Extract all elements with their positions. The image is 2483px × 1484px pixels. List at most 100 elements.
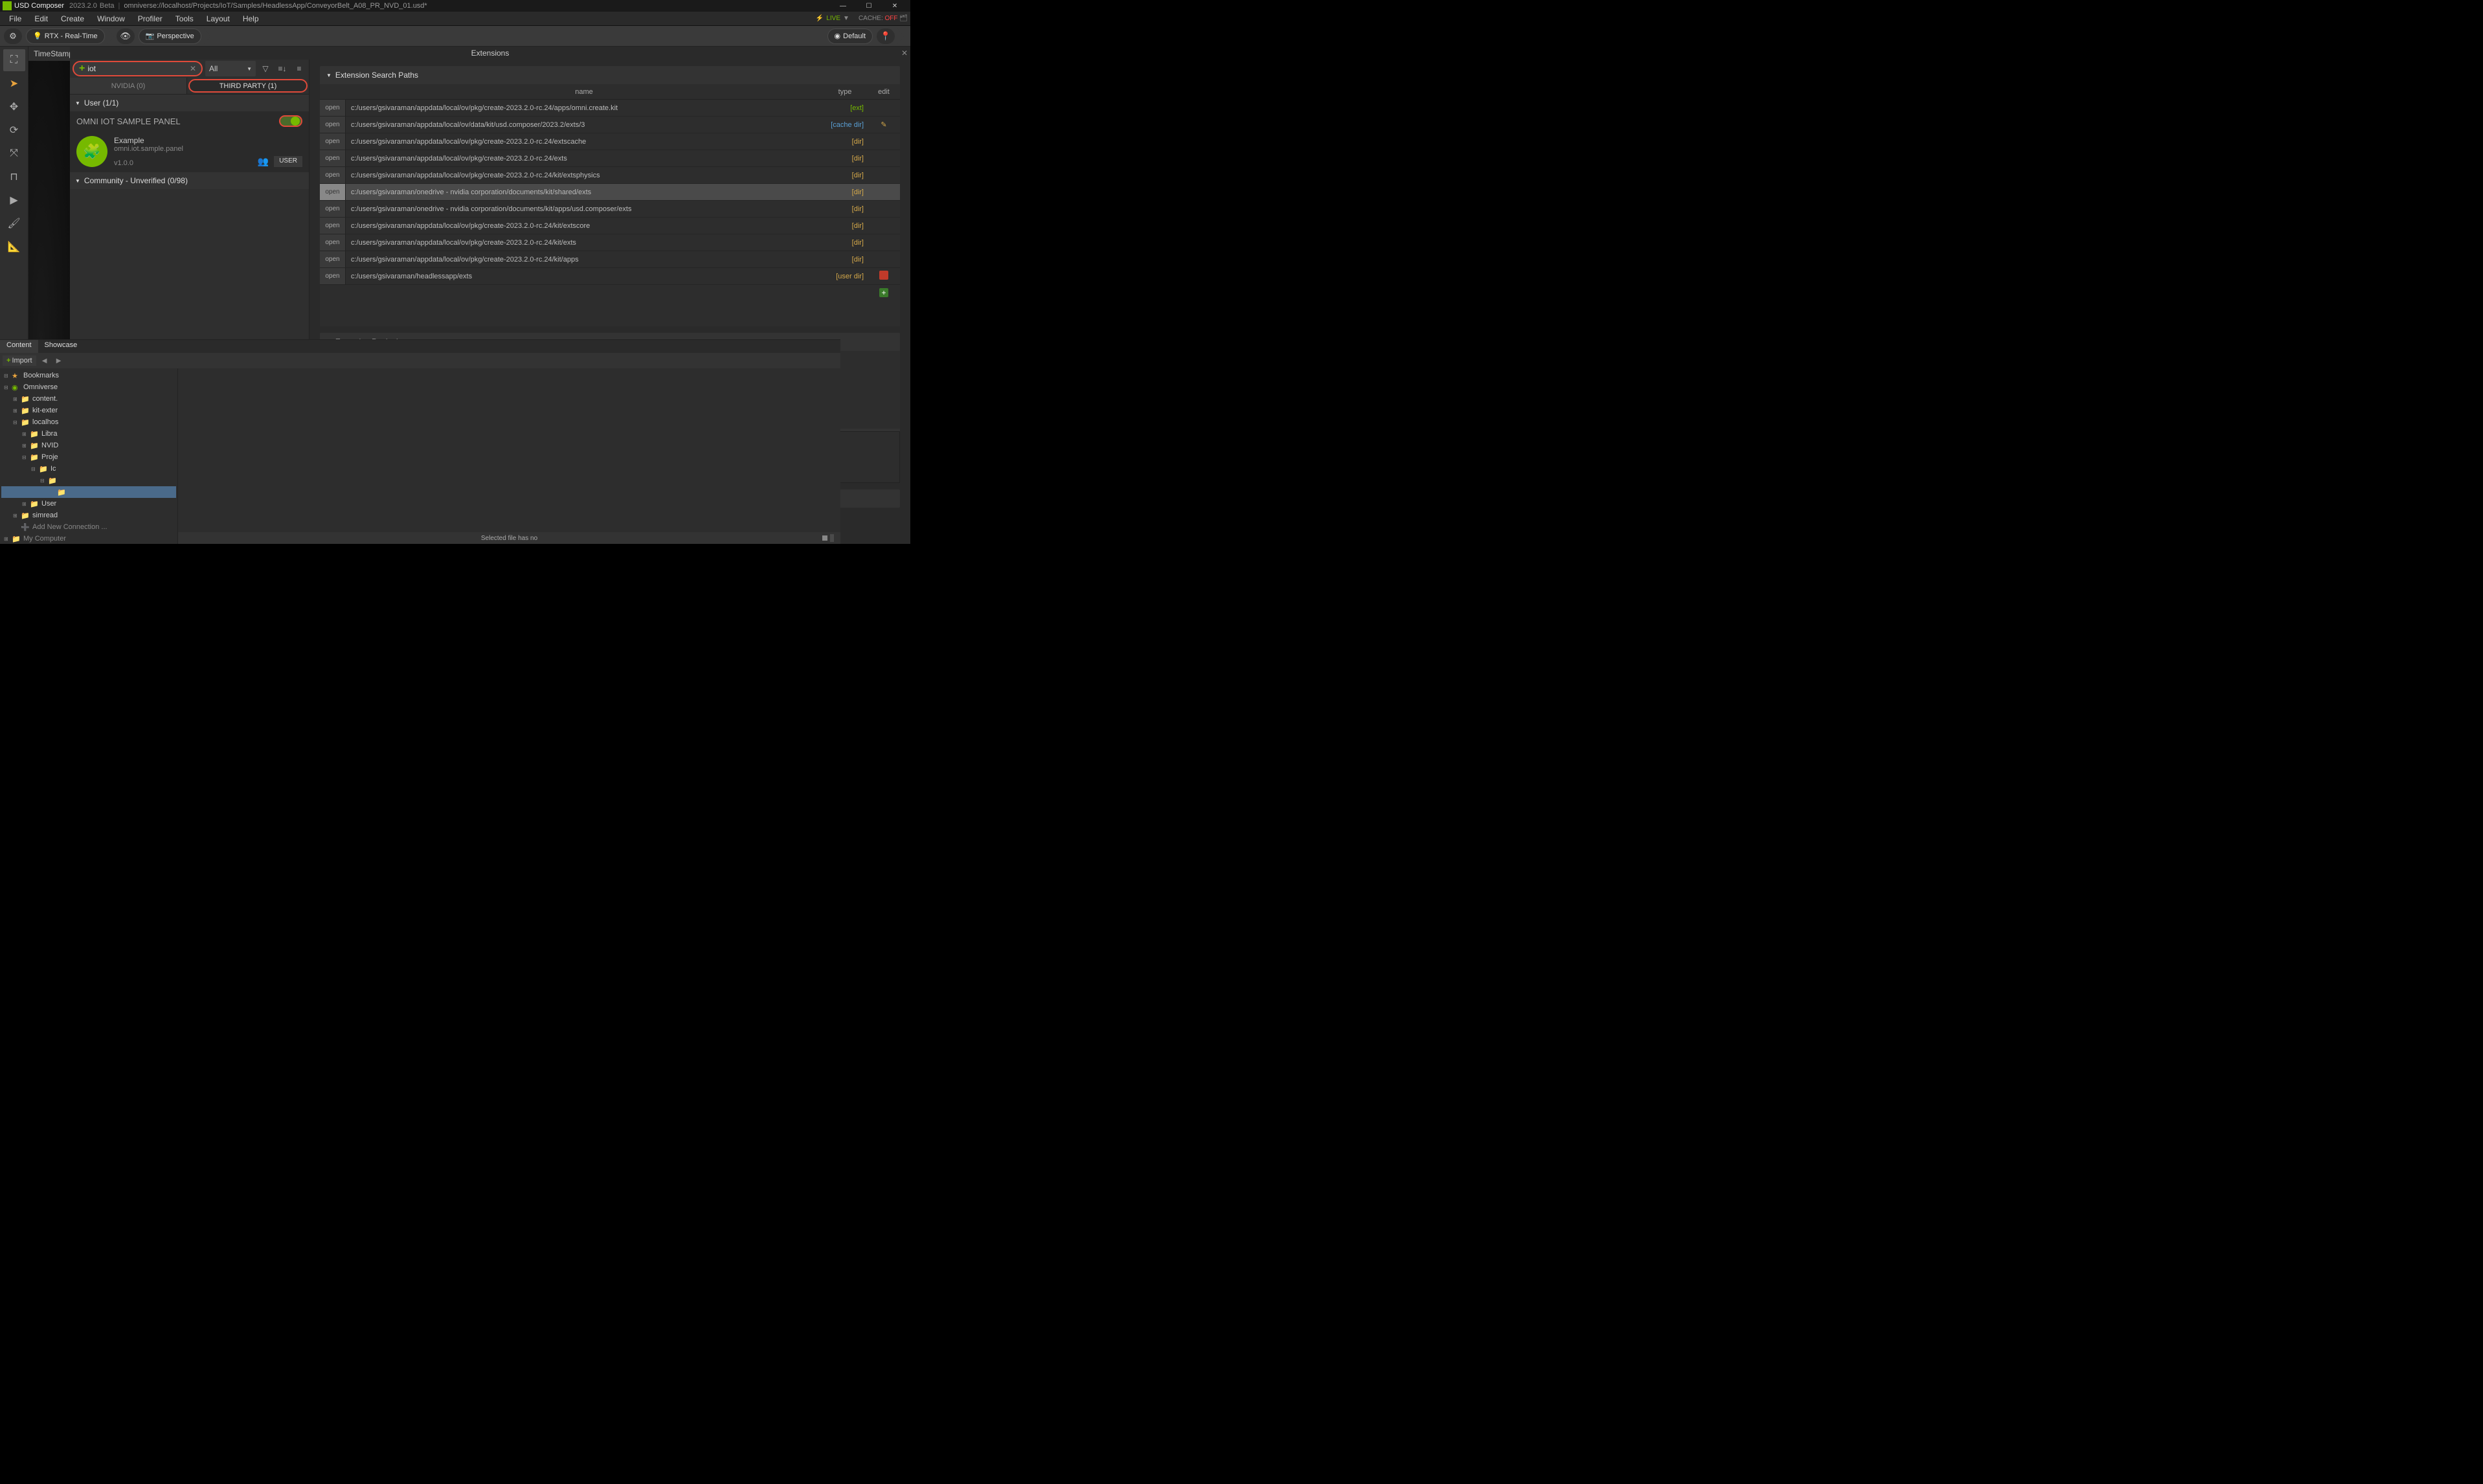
content-tree-node[interactable]: ⊞📁Libra [1,428,176,440]
open-path-button[interactable]: open [320,218,346,234]
tab-nvidia[interactable]: NVIDIA (0) [70,78,187,94]
content-tree-node[interactable]: ⊟📁Ic [1,463,176,475]
render-mode-label: RTX - Real-Time [45,32,98,40]
section-user[interactable]: User (1/1) [70,95,309,111]
menu-tools[interactable]: Tools [169,13,200,25]
app-icon [3,1,12,10]
add-extension-icon[interactable]: + [79,63,85,74]
open-path-button[interactable]: open [320,167,346,183]
content-tree-node[interactable]: ⊟📁localhos [1,416,176,428]
cache-label: CACHE: [859,15,883,22]
open-path-button[interactable]: open [320,150,346,166]
path-row[interactable]: openc:/users/gsivaraman/appdata/local/ov… [320,218,900,234]
nav-back[interactable]: ◀ [39,355,51,366]
extension-item-body[interactable]: 🧩 Example omni.iot.sample.panel v1.0.0 👥… [70,131,309,172]
content-tree-node[interactable]: ⊟◉Omniverse [1,381,176,393]
search-paths-header[interactable]: Extension Search Paths [320,66,900,84]
path-row[interactable]: openc:/users/gsivaraman/appdata/local/ov… [320,150,900,167]
visibility-icon[interactable]: 👁 [117,28,135,44]
path-row[interactable]: openc:/users/gsivaraman/appdata/local/ov… [320,133,900,150]
edit-path-icon[interactable]: ✎ [881,121,886,129]
tab-showcase[interactable]: Showcase [38,340,84,353]
tool-rotate[interactable]: ⟳ [3,119,25,141]
content-tree-node[interactable]: ⊞📁My Computer [1,533,176,544]
content-tree-node[interactable]: ➕Add New Connection ... [1,521,176,533]
import-button[interactable]: +Import [3,355,36,366]
content-tree-node[interactable]: ⊞📁User [1,498,176,510]
content-tree-node[interactable]: ⊟📁Proje [1,451,176,463]
path-row[interactable]: openc:/users/gsivaraman/headlessapp/exts… [320,268,900,285]
path-row[interactable]: openc:/users/gsivaraman/appdata/local/ov… [320,251,900,268]
tool-brush[interactable]: 🖌 [3,212,25,234]
tool-move[interactable]: ✥ [3,96,25,118]
path-row[interactable]: openc:/users/gsivaraman/appdata/local/ov… [320,100,900,117]
tool-select[interactable]: ➤ [3,73,25,95]
open-path-button[interactable]: open [320,268,346,284]
nav-forward[interactable]: ▶ [53,355,65,366]
top-toolbar: ⚙ 💡 RTX - Real-Time 👁 📷 Perspective ◉ De… [0,26,910,47]
content-tree-node[interactable]: ⊞📁kit-exter [1,405,176,416]
live-badge[interactable]: ⚡LIVE▼ [812,14,853,23]
extension-item-title: OMNI IOT SAMPLE PANEL [76,117,181,126]
menu-layout[interactable]: Layout [200,13,236,25]
cache-badge[interactable]: CACHE: OFF 🗂 [859,15,908,22]
clear-search-icon[interactable]: ✕ [190,64,196,73]
filter-icon[interactable]: ▽ [258,62,273,76]
content-tree-node[interactable]: 📁 [1,486,176,498]
tool-select-view[interactable]: ⛶ [3,49,25,71]
open-path-button[interactable]: open [320,117,346,133]
path-row[interactable]: openc:/users/gsivaraman/onedrive - nvidi… [320,184,900,201]
open-path-button[interactable]: open [320,100,346,116]
tool-scale[interactable]: ⤧ [3,142,25,164]
location-icon[interactable]: 📍 [877,28,895,44]
open-path-button[interactable]: open [320,234,346,251]
thumbnail-size-slider[interactable] [822,534,834,542]
sort-icon[interactable]: ≡↓ [275,62,289,76]
window-close[interactable] [882,0,908,12]
camera-button[interactable]: 📷 Perspective [139,28,201,44]
menu-file[interactable]: File [3,13,28,25]
render-mode-button[interactable]: 💡 RTX - Real-Time [26,28,105,44]
extensions-close-icon[interactable]: ✕ [901,49,908,58]
extension-search-input[interactable] [87,64,190,73]
delete-path-icon[interactable] [879,271,888,280]
menu-window[interactable]: Window [91,13,131,25]
menu-help[interactable]: Help [236,13,265,25]
extension-item-header[interactable]: OMNI IOT SAMPLE PANEL [70,111,309,131]
menu-edit[interactable]: Edit [28,13,54,25]
open-path-button[interactable]: open [320,251,346,267]
path-row[interactable]: openc:/users/gsivaraman/appdata/local/ov… [320,234,900,251]
extension-filter-dropdown[interactable]: All [205,61,256,76]
path-row[interactable]: openc:/users/gsivaraman/appdata/local/ov… [320,117,900,133]
content-tree-node[interactable]: ⊞📁NVID [1,440,176,451]
search-paths-table: name type edit openc:/users/gsivaraman/a… [320,84,900,326]
extension-icon: 🧩 [76,136,107,167]
tab-third-party[interactable]: THIRD PARTY (1) [188,79,308,93]
material-button[interactable]: ◉ Default [827,28,873,44]
extension-enable-toggle[interactable] [279,115,302,127]
window-maximize[interactable] [856,0,882,12]
window-minimize[interactable] [830,0,856,12]
tool-play[interactable]: ▶ [3,189,25,211]
menu-create[interactable]: Create [54,13,91,25]
open-path-button[interactable]: open [320,184,346,200]
path-row[interactable]: openc:/users/gsivaraman/onedrive - nvidi… [320,201,900,218]
menu-profiler[interactable]: Profiler [131,13,169,25]
content-tree-node[interactable]: ⊞📁simread [1,510,176,521]
path-row[interactable]: openc:/users/gsivaraman/appdata/local/ov… [320,167,900,184]
content-tree-node[interactable]: ⊟★Bookmarks [1,370,176,381]
content-tree-node[interactable]: ⊞📁content. [1,393,176,405]
tool-snap[interactable]: ⊓ [3,166,25,188]
path-type: [dir] [822,188,868,196]
timestamp-bar[interactable]: TimeStamp [28,47,70,61]
section-community[interactable]: Community - Unverified (0/98) [70,172,309,189]
open-path-button[interactable]: open [320,201,346,217]
menu-icon[interactable]: ≡ [292,62,306,76]
tool-measure[interactable]: 📐 [3,236,25,258]
settings-icon[interactable]: ⚙ [4,28,22,44]
open-path-button[interactable]: open [320,133,346,150]
content-tree-node[interactable]: ⊟📁 [1,475,176,486]
add-path-icon[interactable]: + [879,288,888,297]
tab-content[interactable]: Content [0,340,38,353]
file-path: omniverse://localhost/Projects/IoT/Sampl… [124,2,427,10]
